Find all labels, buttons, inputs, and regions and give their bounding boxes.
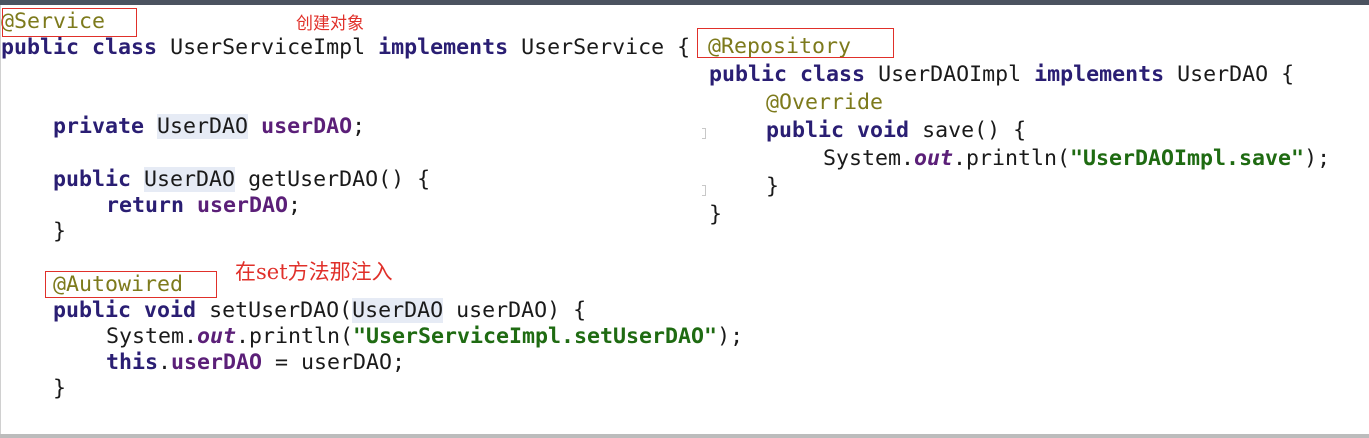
save-println: System.out.println("UserDAOImpl.save");: [823, 146, 1330, 172]
service-highlight-box: [2, 8, 137, 37]
window-bottom-border: [0, 434, 1369, 438]
field-name: userDAO: [261, 114, 353, 139]
override-annotation-line: @Override: [766, 90, 883, 116]
semicolon: ;: [352, 114, 366, 139]
dao-class-declaration: public class UserDAOImpl implements User…: [709, 62, 1294, 88]
close-brace: }: [709, 202, 723, 227]
keyword-implements: implements: [1034, 62, 1165, 87]
service-class-declaration: public class UserServiceImpl implements …: [1, 35, 690, 61]
getter-signature: public UserDAO getUserDAO() {: [53, 167, 430, 193]
window-left-border: [0, 5, 1, 434]
out-field: out: [197, 324, 237, 349]
save-method-signature: public void save() {: [766, 118, 1026, 144]
override-annotation: @Override: [766, 90, 884, 115]
keyword-class: class: [92, 35, 158, 60]
field-ref: userDAO: [197, 193, 289, 218]
setter-close: }: [53, 376, 66, 402]
field-ref: userDAO: [171, 350, 263, 375]
method-signature: getUserDAO() {: [248, 167, 431, 192]
getter-close: }: [53, 219, 66, 245]
close-brace: }: [766, 174, 780, 199]
open-brace: {: [1281, 62, 1295, 87]
keyword-void: void: [857, 118, 910, 143]
system-ref: System.: [106, 324, 198, 349]
assignment: = userDAO;: [262, 350, 406, 375]
return-type: UserDAO: [144, 167, 236, 192]
method-signature: save() {: [922, 118, 1027, 143]
class-name: UserDAOImpl: [878, 62, 1022, 87]
close-brace: }: [53, 219, 67, 244]
keyword-public: public: [1, 35, 80, 60]
keyword-void: void: [144, 298, 197, 323]
param-type: UserDAO: [352, 298, 444, 323]
dao-class-close: }: [709, 202, 722, 228]
println-call: .println(: [236, 324, 354, 349]
println-call: .println(: [953, 146, 1071, 171]
getter-body: return userDAO;: [106, 193, 301, 219]
open-brace: {: [677, 35, 691, 60]
fold-marker-icon[interactable]: [702, 185, 706, 196]
semicolon: ;: [288, 193, 302, 218]
create-object-note: 创建对象: [296, 14, 364, 34]
dot: .: [158, 350, 172, 375]
field-declaration: private UserDAO userDAO;: [53, 114, 365, 140]
keyword-this: this: [106, 350, 159, 375]
keyword-public: public: [53, 167, 132, 192]
string-literal: "UserDAOImpl.save": [1070, 146, 1305, 171]
keyword-public: public: [766, 118, 845, 143]
keyword-return: return: [106, 193, 185, 218]
autowired-highlight-box: [45, 271, 217, 298]
setter-assignment: this.userDAO = userDAO;: [106, 350, 405, 376]
fold-marker-icon[interactable]: [702, 128, 706, 139]
string-literal: "UserServiceImpl.setUserDAO": [353, 324, 718, 349]
keyword-public: public: [709, 62, 788, 87]
set-inject-note: 在set方法那注入: [235, 260, 393, 284]
param-name: userDAO) {: [443, 298, 587, 323]
keyword-implements: implements: [378, 35, 509, 60]
out-field: out: [914, 146, 954, 171]
interface-name: UserDAO: [1177, 62, 1269, 87]
method-name: setUserDAO(: [209, 298, 353, 323]
println-close: );: [1304, 146, 1331, 171]
repository-highlight-box: [697, 28, 894, 58]
window-top-border: [0, 0, 1369, 5]
setter-println: System.out.println("UserServiceImpl.setU…: [106, 324, 743, 350]
close-brace: }: [53, 376, 67, 401]
class-name: UserServiceImpl: [170, 35, 366, 60]
keyword-class: class: [800, 62, 866, 87]
save-method-close: }: [766, 174, 779, 200]
interface-name: UserService: [521, 35, 665, 60]
println-close: );: [717, 324, 744, 349]
setter-signature: public void setUserDAO(UserDAO userDAO) …: [53, 298, 586, 324]
keyword-private: private: [53, 114, 145, 139]
keyword-public: public: [53, 298, 132, 323]
system-ref: System.: [823, 146, 915, 171]
field-type: UserDAO: [157, 114, 249, 139]
